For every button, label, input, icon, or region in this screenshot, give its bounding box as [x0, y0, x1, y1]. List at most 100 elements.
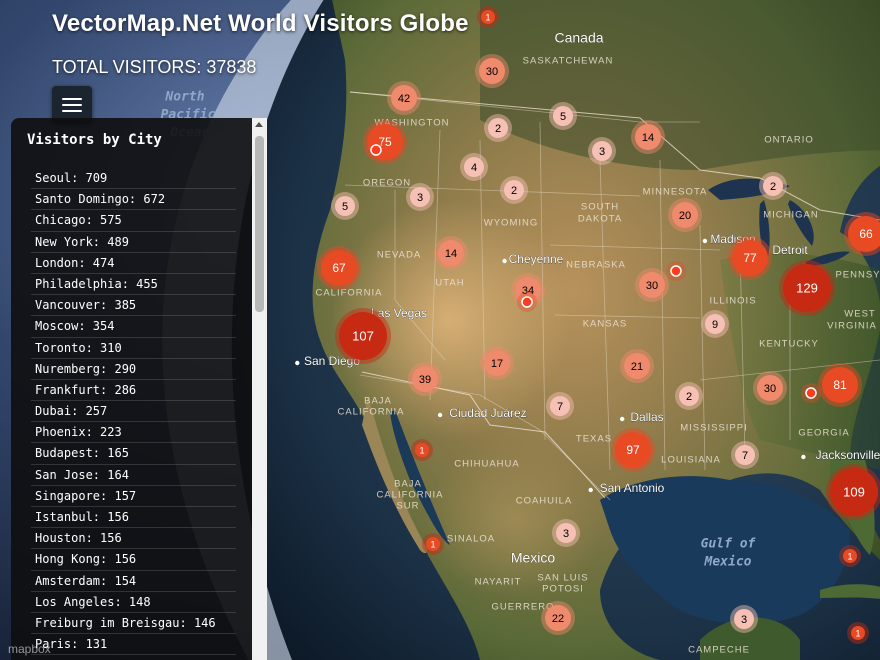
visitor-cluster[interactable]: 22: [541, 601, 575, 635]
city-list-item: Hong Kong: 156: [31, 549, 236, 571]
visitor-cluster[interactable]: 1: [411, 439, 433, 461]
scroll-thumb[interactable]: [255, 136, 264, 312]
cluster-count: 1: [430, 539, 435, 549]
visitor-cluster[interactable]: 14: [631, 120, 665, 154]
visitor-cluster[interactable]: 2: [484, 114, 512, 142]
cluster-count: 97: [626, 443, 640, 457]
visitor-cluster[interactable]: 2: [675, 382, 703, 410]
visitor-marker[interactable]: [521, 296, 533, 308]
visitor-cluster[interactable]: 1: [477, 6, 499, 28]
visitor-cluster[interactable]: 3: [552, 519, 580, 547]
map-attribution[interactable]: mapbox: [8, 642, 51, 656]
visitor-cluster[interactable]: 42: [387, 81, 421, 115]
cluster-count: 4: [471, 162, 477, 174]
ocean-label: Gulf of: [701, 537, 757, 552]
cluster-count: 66: [859, 227, 873, 241]
visitor-cluster[interactable]: 30: [753, 371, 787, 405]
visitor-cluster[interactable]: 17: [480, 346, 514, 380]
city-list-item: London: 474: [31, 253, 236, 274]
city-list-item: Philadelphia: 455: [31, 274, 236, 296]
cluster-count: 14: [642, 132, 654, 144]
cluster-count: 2: [770, 181, 776, 193]
region-label: CALIFORNIA: [315, 288, 382, 299]
visitor-cluster[interactable]: 1: [839, 545, 861, 567]
region-label: WEST: [844, 309, 875, 320]
city-dot: [801, 454, 806, 460]
region-label: CALIFORNIA: [376, 490, 443, 501]
region-label: NEBRASKA: [566, 260, 626, 271]
cluster-count: 21: [631, 361, 643, 373]
region-label: BAJA: [364, 396, 392, 407]
visitor-cluster[interactable]: 3: [730, 605, 758, 633]
cluster-count: 39: [419, 374, 431, 386]
cluster-count: 129: [796, 280, 818, 295]
visitor-cluster[interactable]: 5: [549, 102, 577, 130]
region-label: WYOMING: [484, 218, 539, 229]
cluster-count: 3: [741, 614, 747, 626]
visitor-cluster[interactable]: 3: [588, 137, 616, 165]
visitor-cluster[interactable]: 30: [475, 54, 509, 88]
city-list-item: Chicago: 575: [31, 210, 236, 232]
region-label: KANSAS: [583, 319, 628, 330]
visitor-cluster[interactable]: 7: [546, 392, 574, 420]
total-visitors: TOTAL VISITORS: 37838: [52, 57, 257, 77]
region-label: NEVADA: [377, 250, 421, 261]
visitor-cluster[interactable]: 107: [335, 308, 391, 364]
cluster-count: 30: [486, 66, 498, 78]
city-label: Detroit: [772, 243, 808, 257]
city-dot: [588, 487, 593, 493]
region-label: SINALOA: [447, 534, 495, 545]
visitor-cluster[interactable]: 5: [331, 192, 359, 220]
visitor-marker[interactable]: [805, 387, 817, 399]
visitor-cluster[interactable]: 1: [422, 533, 444, 555]
visitor-cluster[interactable]: 109: [826, 464, 880, 520]
cluster-count: 42: [398, 93, 410, 105]
visitor-marker[interactable]: [670, 265, 682, 277]
city-list-item: Amsterdam: 154: [31, 571, 236, 592]
visitor-cluster[interactable]: 77: [728, 236, 772, 280]
visitor-cluster[interactable]: 81: [818, 363, 862, 407]
city-dot: [295, 360, 300, 366]
visitor-cluster[interactable]: 21: [620, 349, 654, 383]
city-list-item: Houston: 156: [31, 528, 236, 550]
region-label: SUR: [396, 501, 419, 512]
visitor-marker[interactable]: [370, 144, 382, 156]
region-label: SAN LUIS: [537, 573, 588, 584]
visitor-cluster[interactable]: 20: [668, 198, 702, 232]
visitor-cluster[interactable]: 7: [731, 441, 759, 469]
visitor-cluster[interactable]: 2: [759, 172, 787, 200]
cluster-count: 5: [342, 201, 348, 213]
region-label: NAYARIT: [475, 577, 522, 588]
visitor-cluster[interactable]: 1: [847, 622, 869, 644]
visitor-cluster[interactable]: 2: [500, 176, 528, 204]
cluster-count: 3: [417, 192, 423, 204]
visitor-cluster[interactable]: 67: [317, 246, 361, 290]
city-dot: [437, 412, 443, 418]
cluster-count: 1: [855, 628, 860, 638]
visitor-cluster[interactable]: 14: [434, 236, 468, 270]
city-list-item: San Jose: 164: [31, 465, 236, 486]
visitor-cluster[interactable]: 4: [460, 153, 488, 181]
visitor-cluster[interactable]: 30: [635, 268, 669, 302]
visitor-cluster[interactable]: 39: [408, 362, 442, 396]
ocean-label: Mexico: [704, 555, 752, 570]
cluster-count: 7: [557, 401, 563, 413]
cluster-count: 107: [352, 328, 374, 343]
panel-scrollbar[interactable]: [252, 118, 267, 660]
hamburger-menu-icon-bar: [62, 104, 82, 106]
visitor-cluster[interactable]: 97: [611, 428, 655, 472]
cluster-count: 109: [843, 484, 865, 499]
scroll-up-arrow-icon[interactable]: [255, 122, 263, 127]
visitor-cluster[interactable]: 3: [406, 183, 434, 211]
city-dot: [702, 238, 708, 244]
city-list-item: Santo Domingo: 672: [31, 189, 236, 211]
city-list-item: Toronto: 310: [31, 338, 236, 359]
cluster-count: 1: [419, 445, 424, 455]
cluster-count: 30: [646, 280, 658, 292]
region-label: PENNSY: [835, 270, 880, 281]
visitor-cluster[interactable]: 9: [701, 310, 729, 338]
city-list-item: Nuremberg: 290: [31, 359, 236, 380]
region-label: VIRGINIA: [827, 321, 877, 332]
visitor-cluster[interactable]: 129: [779, 260, 835, 316]
panel-title: Visitors by City: [27, 132, 162, 148]
